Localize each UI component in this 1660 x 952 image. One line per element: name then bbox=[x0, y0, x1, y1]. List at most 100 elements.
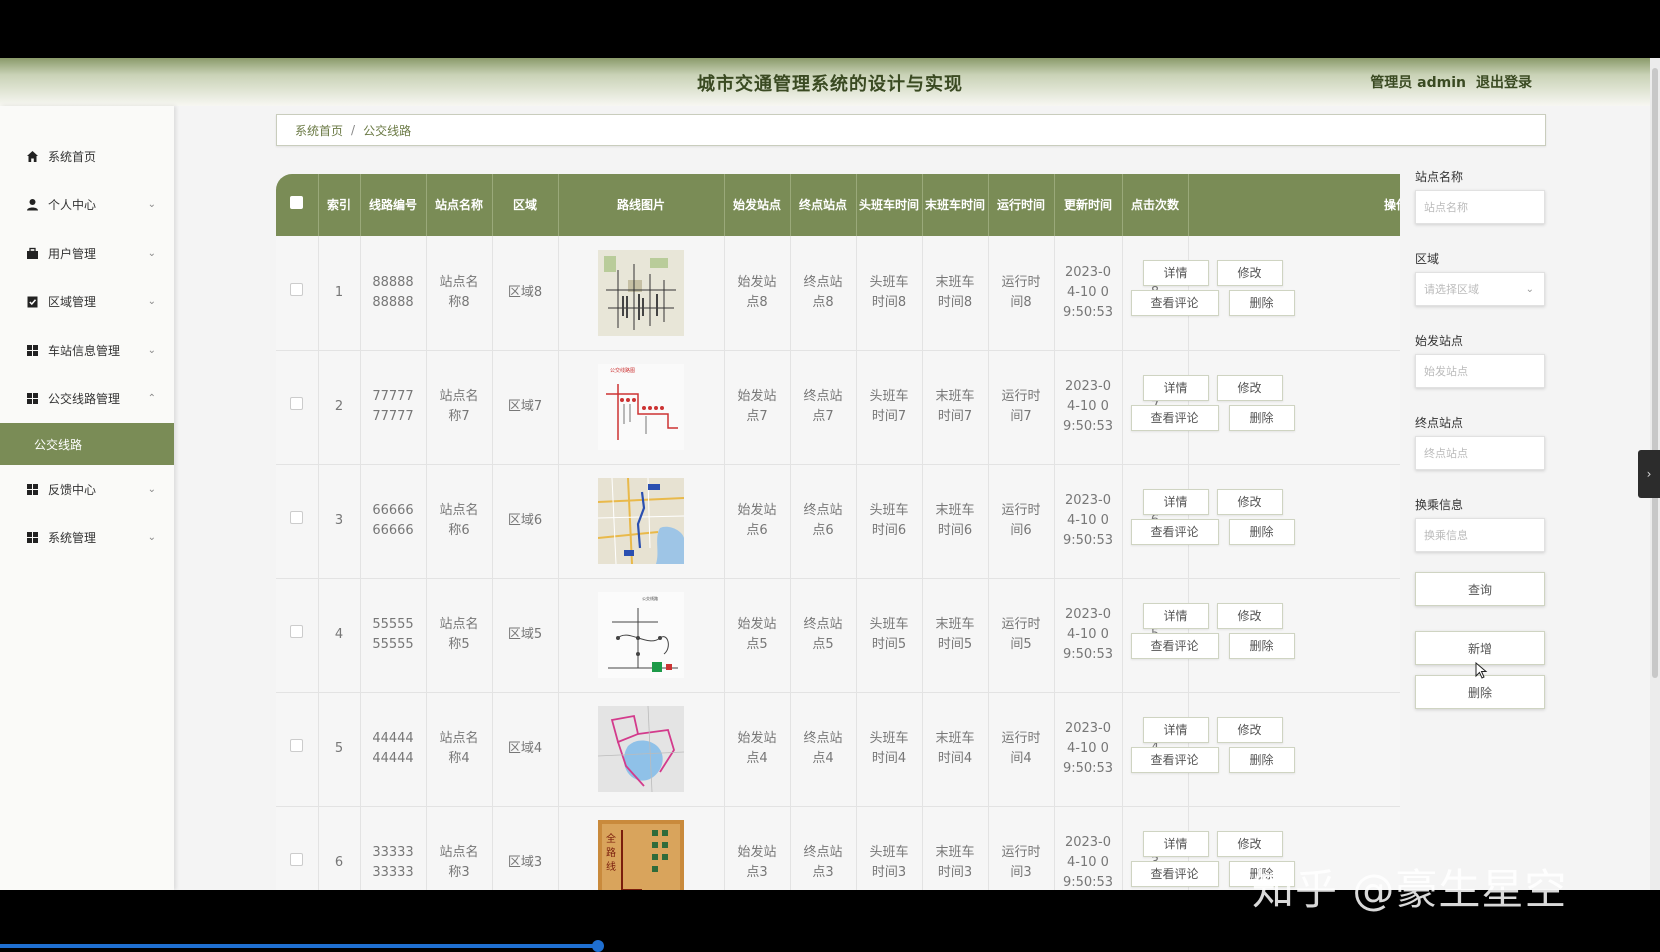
column-header: 路线图片 bbox=[558, 174, 725, 236]
row-index: 6 bbox=[318, 806, 361, 890]
route-map-image[interactable]: 公交线路图 bbox=[598, 364, 684, 450]
add-button[interactable]: 新增 bbox=[1415, 631, 1545, 665]
select-all-checkbox[interactable] bbox=[290, 196, 304, 209]
breadcrumb-home-link[interactable]: 系统首页 bbox=[295, 122, 343, 139]
first-bus-time: 头班车时间3 bbox=[856, 806, 923, 890]
scrollbar-thumb[interactable] bbox=[1652, 68, 1658, 678]
row-select-cell bbox=[276, 464, 319, 579]
station-name-input[interactable]: 站点名称 bbox=[1415, 190, 1545, 224]
edit-button[interactable]: 修改 bbox=[1216, 488, 1283, 515]
detail-button[interactable]: 详情 bbox=[1142, 830, 1209, 857]
select-all-header bbox=[276, 174, 319, 236]
sidebar-item[interactable]: 车站信息管理 ⌄ bbox=[0, 326, 174, 375]
end-station-input[interactable]: 终点站点 bbox=[1415, 436, 1545, 470]
area-name: 区域5 bbox=[492, 578, 559, 693]
row-checkbox[interactable] bbox=[290, 625, 304, 638]
line-code: 4444444444 bbox=[360, 692, 427, 807]
sidebar-item-label: 区域管理 bbox=[48, 295, 97, 310]
detail-button[interactable]: 详情 bbox=[1142, 374, 1209, 401]
edit-button[interactable]: 修改 bbox=[1216, 716, 1283, 743]
view-comments-button[interactable]: 查看评论 bbox=[1130, 404, 1219, 431]
line-code: 6666666666 bbox=[360, 464, 427, 579]
sidebar-item[interactable]: 用户管理 ⌄ bbox=[0, 229, 174, 278]
table-row: 4 5555555555 站点名称5 区域5 公交线路 始发站点5 终点站点5 头班车时间5 末… bbox=[276, 578, 1400, 693]
chevron-down-icon: ⌄ bbox=[147, 344, 156, 356]
first-bus-time: 头班车时间8 bbox=[856, 236, 923, 351]
end-station: 终点站点6 bbox=[790, 464, 857, 579]
sidebar-item-label: 系统首页 bbox=[48, 149, 97, 164]
first-bus-time: 头班车时间4 bbox=[856, 692, 923, 807]
row-select-cell bbox=[276, 578, 319, 693]
actions-cell: 详情 修改查看评论 删除 bbox=[1130, 350, 1400, 465]
clipboard-check-icon bbox=[26, 295, 39, 308]
chevron-right-icon[interactable]: › bbox=[1638, 450, 1660, 498]
bus-line-table: 索引 线路编号 站点名称 区域 路线图片 始发站点 终点站点 头班车时间 末班车时间 运行时间 更新… bbox=[276, 174, 1400, 890]
breadcrumb-current: 公交线路 bbox=[363, 123, 412, 138]
sidebar-item[interactable]: 系统首页 bbox=[0, 132, 174, 181]
last-bus-time: 末班车时间4 bbox=[922, 692, 989, 807]
area-select[interactable]: 请选择区域 ⌄ bbox=[1415, 272, 1545, 306]
column-header: 区域 bbox=[492, 174, 559, 236]
sidebar-item[interactable]: 个人中心 ⌄ bbox=[0, 181, 174, 230]
logout-link[interactable]: 退出登录 bbox=[1476, 72, 1532, 92]
sidebar-item[interactable]: 区域管理 ⌄ bbox=[0, 278, 174, 327]
line-code: 3333333333 bbox=[360, 806, 427, 890]
route-map-image[interactable] bbox=[598, 706, 684, 792]
edit-button[interactable]: 修改 bbox=[1216, 602, 1283, 629]
video-progress-bar[interactable] bbox=[0, 944, 598, 948]
start-station: 始发站点6 bbox=[724, 464, 791, 579]
edit-button[interactable]: 修改 bbox=[1216, 374, 1283, 401]
sidebar-item[interactable]: 反馈中心 ⌄ bbox=[0, 465, 174, 514]
end-station: 终点站点5 bbox=[790, 578, 857, 693]
detail-button[interactable]: 详情 bbox=[1142, 260, 1209, 286]
actions-group: 详情 修改查看评论 删除 bbox=[1130, 579, 1401, 692]
transfer-info-label: 换乘信息 bbox=[1415, 498, 1464, 512]
route-map-image[interactable]: 公交线路 bbox=[598, 592, 684, 678]
delete-button[interactable]: 删除 bbox=[1228, 290, 1295, 316]
actions-cell: 详情 修改查看评论 删除 bbox=[1130, 578, 1400, 693]
end-station: 终点站点7 bbox=[790, 350, 857, 465]
start-station-input[interactable]: 始发站点 bbox=[1415, 354, 1545, 388]
first-bus-time: 头班车时间6 bbox=[856, 464, 923, 579]
view-comments-button[interactable]: 查看评论 bbox=[1130, 632, 1219, 659]
sidebar-item[interactable]: 系统管理 ⌄ bbox=[0, 514, 174, 563]
delete-button[interactable]: 删除 bbox=[1228, 518, 1295, 545]
route-image-cell bbox=[558, 236, 725, 351]
row-checkbox[interactable] bbox=[290, 282, 304, 296]
edit-button[interactable]: 修改 bbox=[1216, 830, 1283, 857]
view-comments-button[interactable]: 查看评论 bbox=[1130, 518, 1219, 545]
delete-button[interactable]: 删除 bbox=[1228, 746, 1295, 773]
row-checkbox[interactable] bbox=[290, 397, 304, 410]
route-map-image[interactable] bbox=[598, 478, 684, 564]
batch-delete-button[interactable]: 删除 bbox=[1415, 675, 1545, 709]
line-code: 8888888888 bbox=[360, 236, 427, 351]
station-name: 站点名称6 bbox=[426, 464, 493, 579]
station-name: 站点名称4 bbox=[426, 692, 493, 807]
delete-button[interactable]: 删除 bbox=[1228, 404, 1295, 431]
column-header: 头班车时间 bbox=[856, 174, 923, 236]
row-checkbox[interactable] bbox=[290, 511, 304, 524]
view-comments-button[interactable]: 查看评论 bbox=[1130, 860, 1219, 887]
sidebar-subitem-bus-lines[interactable]: 公交线路 bbox=[0, 423, 174, 465]
detail-button[interactable]: 详情 bbox=[1142, 488, 1209, 515]
admin-user-label[interactable]: 管理员 admin bbox=[1370, 72, 1466, 92]
column-header: 点击次数 bbox=[1122, 174, 1189, 236]
video-progress-handle[interactable] bbox=[591, 940, 604, 952]
route-map-image[interactable] bbox=[598, 249, 684, 336]
row-checkbox[interactable] bbox=[290, 853, 304, 866]
sidebar-item[interactable]: 公交线路管理 ⌃ bbox=[0, 375, 174, 424]
column-header: 末班车时间 bbox=[922, 174, 989, 236]
edit-button[interactable]: 修改 bbox=[1216, 260, 1283, 286]
update-time: 2023-04-10 09:50:53 bbox=[1054, 692, 1123, 807]
delete-button[interactable]: 删除 bbox=[1228, 632, 1295, 659]
row-checkbox[interactable] bbox=[290, 739, 304, 752]
detail-button[interactable]: 详情 bbox=[1142, 716, 1209, 743]
chevron-up-icon: ⌃ bbox=[147, 393, 156, 405]
route-map-image[interactable]: 全路线 bbox=[598, 820, 684, 890]
view-comments-button[interactable]: 查看评论 bbox=[1130, 290, 1219, 316]
transfer-info-input[interactable]: 换乘信息 bbox=[1415, 518, 1545, 552]
detail-button[interactable]: 详情 bbox=[1142, 602, 1209, 629]
view-comments-button[interactable]: 查看评论 bbox=[1130, 746, 1219, 773]
query-button[interactable]: 查询 bbox=[1415, 572, 1545, 606]
table-row: 6 3333333333 站点名称3 区域3 全路线始发站点3 终点站点3 头班车时间3 末班… bbox=[276, 806, 1400, 890]
